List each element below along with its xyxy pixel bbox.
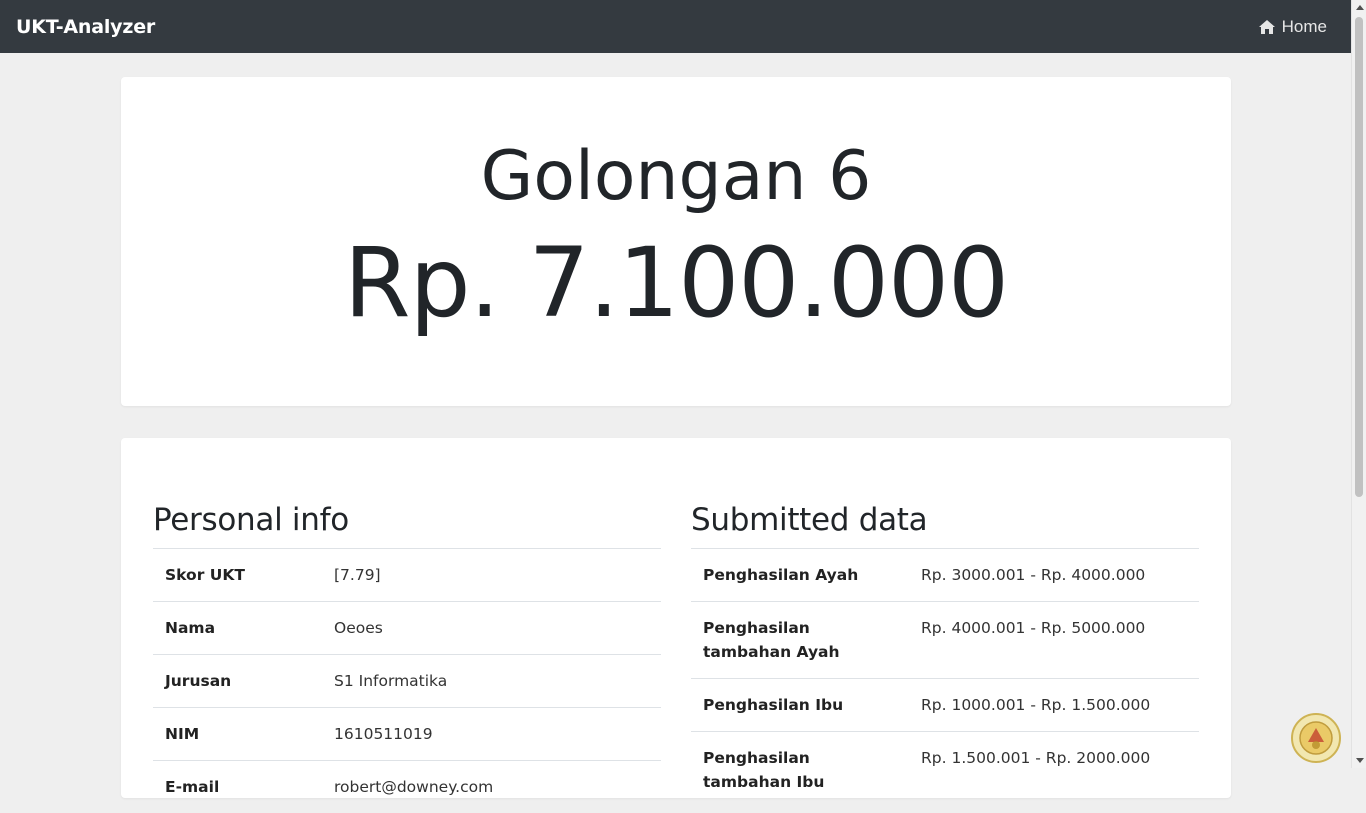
row-value: S1 Informatika	[322, 655, 661, 708]
row-label: Skor UKT	[153, 549, 322, 602]
row-value: robert@downey.com	[322, 761, 661, 813]
table-row: Jurusan S1 Informatika	[153, 655, 661, 708]
row-label: Penghasilan tambahan Ayah	[691, 602, 909, 679]
row-value: Oeoes	[322, 602, 661, 655]
table-row: Penghasilan tambahan Ibu Rp. 1.500.001 -…	[691, 732, 1199, 809]
ukt-amount: Rp. 7.100.000	[121, 235, 1231, 331]
submitted-data-heading: Submitted data	[691, 502, 927, 538]
home-link[interactable]: Home	[1258, 17, 1327, 37]
university-seal-icon	[1290, 712, 1342, 764]
scrollbar-thumb[interactable]	[1355, 17, 1363, 497]
row-value: [7.79]	[322, 549, 661, 602]
vertical-scrollbar[interactable]	[1351, 0, 1366, 768]
table-row: Skor UKT [7.79]	[153, 549, 661, 602]
table-row: NIM 1610511019	[153, 708, 661, 761]
scroll-up-icon[interactable]	[1352, 0, 1366, 15]
top-navbar: UKT-Analyzer Home	[0, 0, 1351, 53]
submitted-data-table: Penghasilan Ayah Rp. 3000.001 - Rp. 4000…	[691, 548, 1199, 808]
details-card: Personal info Skor UKT [7.79] Nama Oeoes…	[121, 438, 1231, 798]
row-value: Rp. 1000.001 - Rp. 1.500.000	[909, 679, 1199, 732]
table-row: Penghasilan Ayah Rp. 3000.001 - Rp. 4000…	[691, 549, 1199, 602]
table-row: Nama Oeoes	[153, 602, 661, 655]
row-label: Nama	[153, 602, 322, 655]
result-card: Golongan 6 Rp. 7.100.000	[121, 77, 1231, 406]
row-label: Penghasilan tambahan Ibu	[691, 732, 909, 809]
personal-info-table: Skor UKT [7.79] Nama Oeoes Jurusan S1 In…	[153, 548, 661, 813]
row-label: Penghasilan Ayah	[691, 549, 909, 602]
row-label: Penghasilan Ibu	[691, 679, 909, 732]
personal-info-heading: Personal info	[153, 502, 349, 538]
row-label: E-mail	[153, 761, 322, 813]
scroll-down-icon[interactable]	[1352, 753, 1366, 768]
table-row: E-mail robert@downey.com	[153, 761, 661, 813]
row-value: Rp. 4000.001 - Rp. 5000.000	[909, 602, 1199, 679]
row-label: NIM	[153, 708, 322, 761]
row-value: 1610511019	[322, 708, 661, 761]
table-row: Penghasilan tambahan Ayah Rp. 4000.001 -…	[691, 602, 1199, 679]
table-row: Penghasilan Ibu Rp. 1000.001 - Rp. 1.500…	[691, 679, 1199, 732]
row-value: Rp. 1.500.001 - Rp. 2000.000	[909, 732, 1199, 809]
row-label: Jurusan	[153, 655, 322, 708]
brand-logo[interactable]: UKT-Analyzer	[16, 16, 155, 38]
golongan-title: Golongan 6	[121, 143, 1231, 211]
home-icon	[1258, 19, 1276, 35]
home-label: Home	[1282, 17, 1327, 37]
row-value: Rp. 3000.001 - Rp. 4000.000	[909, 549, 1199, 602]
